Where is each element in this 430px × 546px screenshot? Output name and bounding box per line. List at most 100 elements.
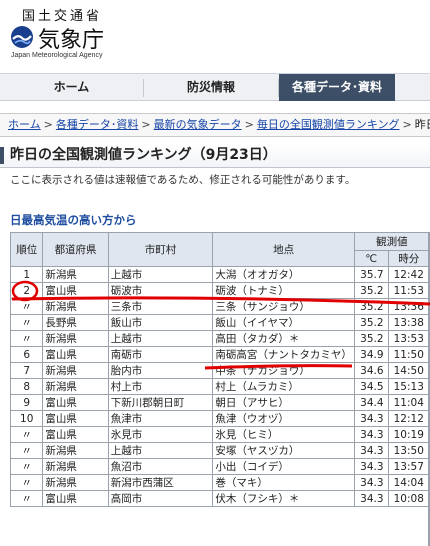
prefecture-cell: 新潟県 [42,298,109,315]
table-row: 〃新潟県 上越市 安塚（ヤスヅカ） 34.3 13:50 [9,442,430,459]
municipality-cell: 上越市 [107,330,214,347]
page-title: 昨日の全国観測値ランキング（9月23日） [0,144,430,168]
prefecture-cell: 富山県 [42,426,109,443]
station-cell: 安塚（ヤスヅカ） [212,442,355,459]
header-municipality: 市町村 [107,232,214,267]
municipality-cell: 上越市 [107,266,214,283]
ranking-rows: 1 新潟県 上越市 大潟（オオガタ） 35.7 12:42 2 富山県 砺波市 砺波（トナミ） 35… [9,266,430,507]
station-cell: 南砺高宮（ナントタカミヤ） [212,346,355,363]
rank-cell: 〃 [9,490,44,507]
prefecture-cell: 富山県 [42,346,109,363]
time-cell: 10:19 [387,426,430,443]
rank-cell: 9 [9,394,44,411]
table-row: 10 富山県 魚津市 魚津（ウオヅ） 34.3 12:12 [9,410,430,427]
value-cell: 34.3 [353,458,389,475]
breadcrumb: ホーム>各種データ･資料>最新の気象データ>毎日の全国観測値ランキング>昨日の [0,113,430,137]
table-row: 9 富山県 下新川郡朝日町 朝日（アサヒ） 34.4 11:04 [9,394,430,411]
time-cell: 11:50 [387,346,430,363]
time-cell: 14:04 [387,474,430,491]
time-cell: 13:53 [387,330,430,347]
municipality-cell: 三条市 [107,298,214,315]
nav-item-disaster-info[interactable]: 防災情報 [144,74,278,101]
prefecture-cell: 富山県 [42,282,109,299]
station-cell: 飯山（イイヤマ） [212,314,355,331]
table-row: 〃新潟県 上越市 高田（タカダ）＊ 35.2 13:53 [9,330,430,347]
header-prefecture: 都道府県 [42,232,109,267]
station-cell: 村上（ムラカミ） [212,378,355,395]
time-cell: 14:50 [387,362,430,379]
breadcrumb-separator: > [141,118,151,131]
municipality-cell: 魚沼市 [107,458,214,475]
station-cell: 砺波（トナミ） [212,282,355,299]
nav-item-data[interactable]: 各種データ･資料 [279,74,395,101]
rank-cell: 2 [9,282,44,299]
prefecture-cell: 新潟県 [42,378,109,395]
rank-cell: 〃 [9,330,44,347]
table-row: 7 新潟県 胎内市 中条（ナカジョウ） 34.6 14:50 [9,362,430,379]
value-cell: 34.3 [353,490,389,507]
rank-cell: 〃 [9,442,44,459]
jma-logo-icon[interactable] [10,25,34,49]
municipality-cell: 氷見市 [107,426,214,443]
station-cell: 中条（ナカジョウ） [212,362,355,379]
prefecture-cell: 富山県 [42,490,109,507]
prefecture-cell: 富山県 [42,410,109,427]
breadcrumb-home[interactable]: ホーム [8,118,41,131]
value-cell: 35.7 [353,266,389,283]
table-row: 1 新潟県 上越市 大潟（オオガタ） 35.7 12:42 [9,266,430,283]
station-cell: 朝日（アサヒ） [212,394,355,411]
municipality-cell: 胎内市 [107,362,214,379]
header-rank: 順位 [9,232,44,267]
nav-item-home[interactable]: ホーム [0,74,143,101]
global-nav: ホーム 防災情報 各種データ･資料 [0,73,430,101]
station-cell: 大潟（オオガタ） [212,266,355,283]
rank-cell: 8 [9,378,44,395]
table-row: 〃富山県 高岡市 伏木（フシキ）＊ 34.3 10:08 [9,490,430,507]
rank-cell: 6 [9,346,44,363]
municipality-cell: 砺波市 [107,282,214,299]
prefecture-cell: 新潟県 [42,266,109,283]
table-row: 〃長野県 飯山市 飯山（イイヤマ） 35.2 13:38 [9,314,430,331]
time-cell: 10:08 [387,490,430,507]
table-row: 〃新潟県 三条市 三条（サンジョウ） 35.2 13:36 [9,298,430,315]
value-cell: 34.9 [353,346,389,363]
value-cell: 34.6 [353,362,389,379]
time-cell: 11:04 [387,394,430,411]
site-header: 国土交通省 気象庁 Japan Meteorological Agency [0,0,430,66]
header-unit: ℃ [353,250,389,267]
agency-english-name: Japan Meteorological Agency [11,52,103,59]
breadcrumb-separator: > [43,118,53,131]
time-cell: 13:36 [387,298,430,315]
table-row: 〃新潟県 新潟市西蒲区 巻（マキ） 34.3 14:04 [9,474,430,491]
prefecture-cell: 新潟県 [42,362,109,379]
table-row: 2 富山県 砺波市 砺波（トナミ） 35.2 11:53 [9,282,430,299]
station-cell: 魚津（ウオヅ） [212,410,355,427]
municipality-cell: 下新川郡朝日町 [107,394,214,411]
municipality-cell: 村上市 [107,378,214,395]
prefecture-cell: 新潟県 [42,474,109,491]
municipality-cell: 南砺市 [107,346,214,363]
time-cell: 12:12 [387,410,430,427]
prefecture-cell: 新潟県 [42,330,109,347]
breadcrumb-latest-data[interactable]: 最新の気象データ [154,118,242,131]
municipality-cell: 新潟市西蒲区 [107,474,214,491]
station-cell: 巻（マキ） [212,474,355,491]
station-cell: 氷見（ヒミ） [212,426,355,443]
value-cell: 34.3 [353,442,389,459]
value-cell: 35.2 [353,330,389,347]
agency-name[interactable]: 気象庁 [38,22,104,54]
rank-cell: 10 [9,410,44,427]
station-cell: 伏木（フシキ）＊ [212,490,355,507]
value-cell: 34.5 [353,378,389,395]
prefecture-cell: 新潟県 [42,458,109,475]
prefecture-cell: 新潟県 [42,442,109,459]
section-title: 日最高気温の高い方から [10,213,137,227]
breadcrumb-daily-ranking[interactable]: 毎日の全国観測値ランキング [257,118,400,131]
value-cell: 34.4 [353,394,389,411]
prefecture-cell: 長野県 [42,314,109,331]
municipality-cell: 高岡市 [107,490,214,507]
rank-cell: 〃 [9,458,44,475]
ranking-table: 順位 都道府県 市町村 地点 観測値 ℃ 時分 1 新潟県 上越市 大潟（オオガタ） 3… [9,232,430,507]
table-row: 8 新潟県 村上市 村上（ムラカミ） 34.5 15:13 [9,378,430,395]
breadcrumb-data[interactable]: 各種データ･資料 [56,118,139,131]
